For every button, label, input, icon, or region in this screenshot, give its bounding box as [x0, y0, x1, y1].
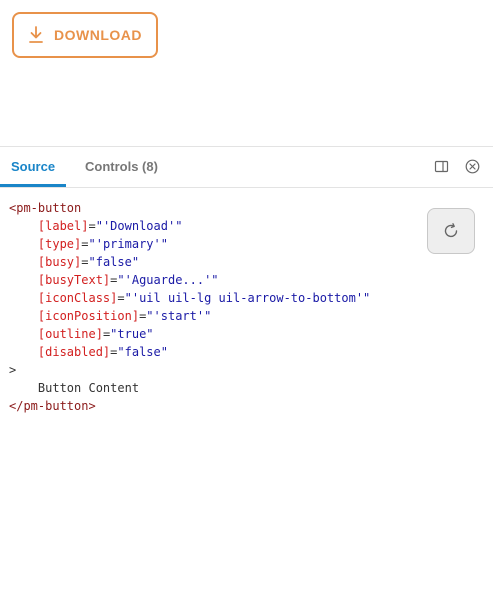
code-attr-name: [iconClass] — [37, 291, 118, 305]
panel-toolbar — [434, 159, 480, 174]
download-button-label: DOWNLOAD — [54, 27, 142, 43]
code-attr-value: "'start'" — [146, 309, 212, 323]
code-equals: = — [117, 291, 125, 305]
code-attr-name: [type] — [37, 237, 82, 251]
code-attr-name: [label] — [37, 219, 89, 233]
code-attr-value: "'uil uil-lg uil-arrow-to-bottom'" — [124, 291, 371, 305]
code-attr-name: [iconPosition] — [37, 309, 140, 323]
code-equals: = — [81, 237, 89, 251]
code-content: Button Content — [9, 381, 140, 395]
refresh-icon — [444, 223, 458, 238]
close-icon[interactable] — [465, 159, 480, 174]
code-open-close: > — [9, 363, 17, 377]
code-equals: = — [81, 255, 89, 269]
refresh-button[interactable] — [427, 208, 475, 254]
panel-tabs: Source Controls (8) — [0, 147, 493, 188]
code-close-tag: </pm-button> — [9, 399, 96, 413]
code-equals: = — [88, 219, 96, 233]
code-open-tag: <pm-button — [9, 201, 82, 215]
download-button[interactable]: DOWNLOAD — [12, 12, 158, 58]
addons-panel: Source Controls (8) <pm-button [label]="… — [0, 146, 493, 589]
code-attr-name: [busyText] — [37, 273, 111, 287]
arrow-to-bottom-icon — [29, 26, 43, 43]
source-code-block: <pm-button [label]="'Download'" [type]="… — [9, 199, 370, 415]
code-attr-value: "'primary'" — [88, 237, 168, 251]
code-attr-name: [outline] — [37, 327, 103, 341]
code-attr-value: "false" — [117, 345, 168, 359]
code-attr-value: "true" — [110, 327, 154, 341]
tab-controls[interactable]: Controls (8) — [85, 147, 158, 187]
code-attr-value: "'Download'" — [95, 219, 183, 233]
code-attr-value: "'Aguarde...'" — [117, 273, 219, 287]
code-attr-value: "false" — [88, 255, 140, 269]
code-attr-name: [disabled] — [37, 345, 111, 359]
preview-area: DOWNLOAD — [0, 0, 493, 146]
code-attr-name: [busy] — [37, 255, 82, 269]
panel-toggle-icon[interactable] — [434, 159, 449, 174]
tab-source[interactable]: Source — [0, 147, 67, 187]
